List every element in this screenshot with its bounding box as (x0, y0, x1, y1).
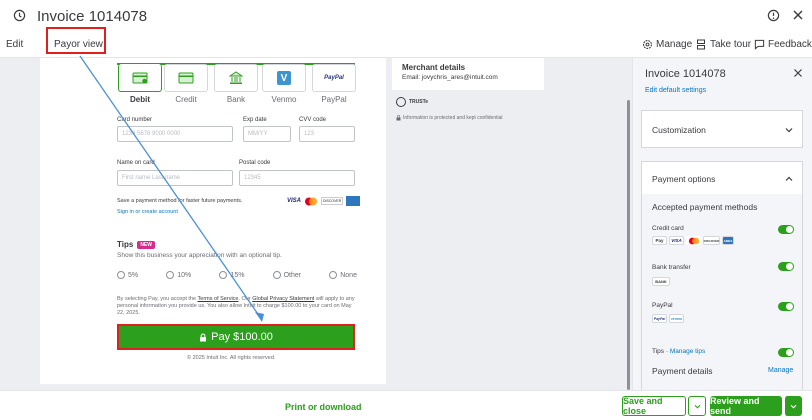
credit-card-logos: Pay VISA DISCOVER AMEX (652, 236, 734, 245)
paypal-toggle[interactable] (778, 302, 794, 311)
chevron-down-icon (785, 127, 793, 133)
paypal-logo: PayPal (652, 314, 667, 323)
edit-defaults-link[interactable]: Edit default settings (645, 87, 706, 94)
panel-title: Invoice 1014078 (645, 68, 726, 80)
chevron-up-icon[interactable] (785, 176, 793, 182)
paypal-logos: PayPal venmo (652, 314, 684, 323)
tips-setting: Tips · Manage tips (652, 348, 705, 355)
credit-card-toggle[interactable] (778, 225, 794, 234)
chevron-down-icon (694, 404, 700, 409)
bank-transfer-option-label: Bank transfer (652, 264, 691, 271)
save-close-dropdown[interactable] (688, 396, 706, 416)
bank-logo: BANK (652, 277, 670, 286)
tips-toggle[interactable] (778, 348, 794, 357)
venmo-logo: venmo (669, 314, 684, 323)
visa-logo: VISA (669, 236, 684, 245)
apple-pay-logo: Pay (652, 236, 667, 245)
paypal-option-label: PayPal (652, 302, 673, 309)
manage-tips-link[interactable]: Manage tips (670, 348, 705, 355)
accepted-methods-title: Accepted payment methods (652, 202, 758, 212)
save-close-button[interactable]: Save and close (622, 396, 686, 416)
manage-payment-details-link[interactable]: Manage (768, 367, 793, 374)
amex-logo: AMEX (722, 236, 734, 245)
bank-transfer-toggle[interactable] (778, 262, 794, 271)
chevron-down-icon (790, 404, 797, 409)
payment-options-label[interactable]: Payment options (652, 174, 715, 184)
panel-close-icon[interactable] (793, 68, 803, 78)
credit-card-option-label: Credit card (652, 225, 684, 232)
review-send-dropdown[interactable] (784, 396, 802, 416)
customization-section[interactable]: Customization (641, 110, 803, 148)
customization-label: Customization (652, 125, 706, 135)
review-send-button[interactable]: Review and send (710, 396, 782, 416)
payment-details-title: Payment details (652, 366, 713, 376)
footer-bar: Print or download Save and close Review … (0, 390, 812, 420)
print-download-link[interactable]: Print or download (285, 402, 362, 412)
discover-logo: DISCOVER (703, 236, 720, 245)
mastercard-logo (686, 236, 701, 245)
tips-setting-label: Tips · (652, 348, 670, 355)
